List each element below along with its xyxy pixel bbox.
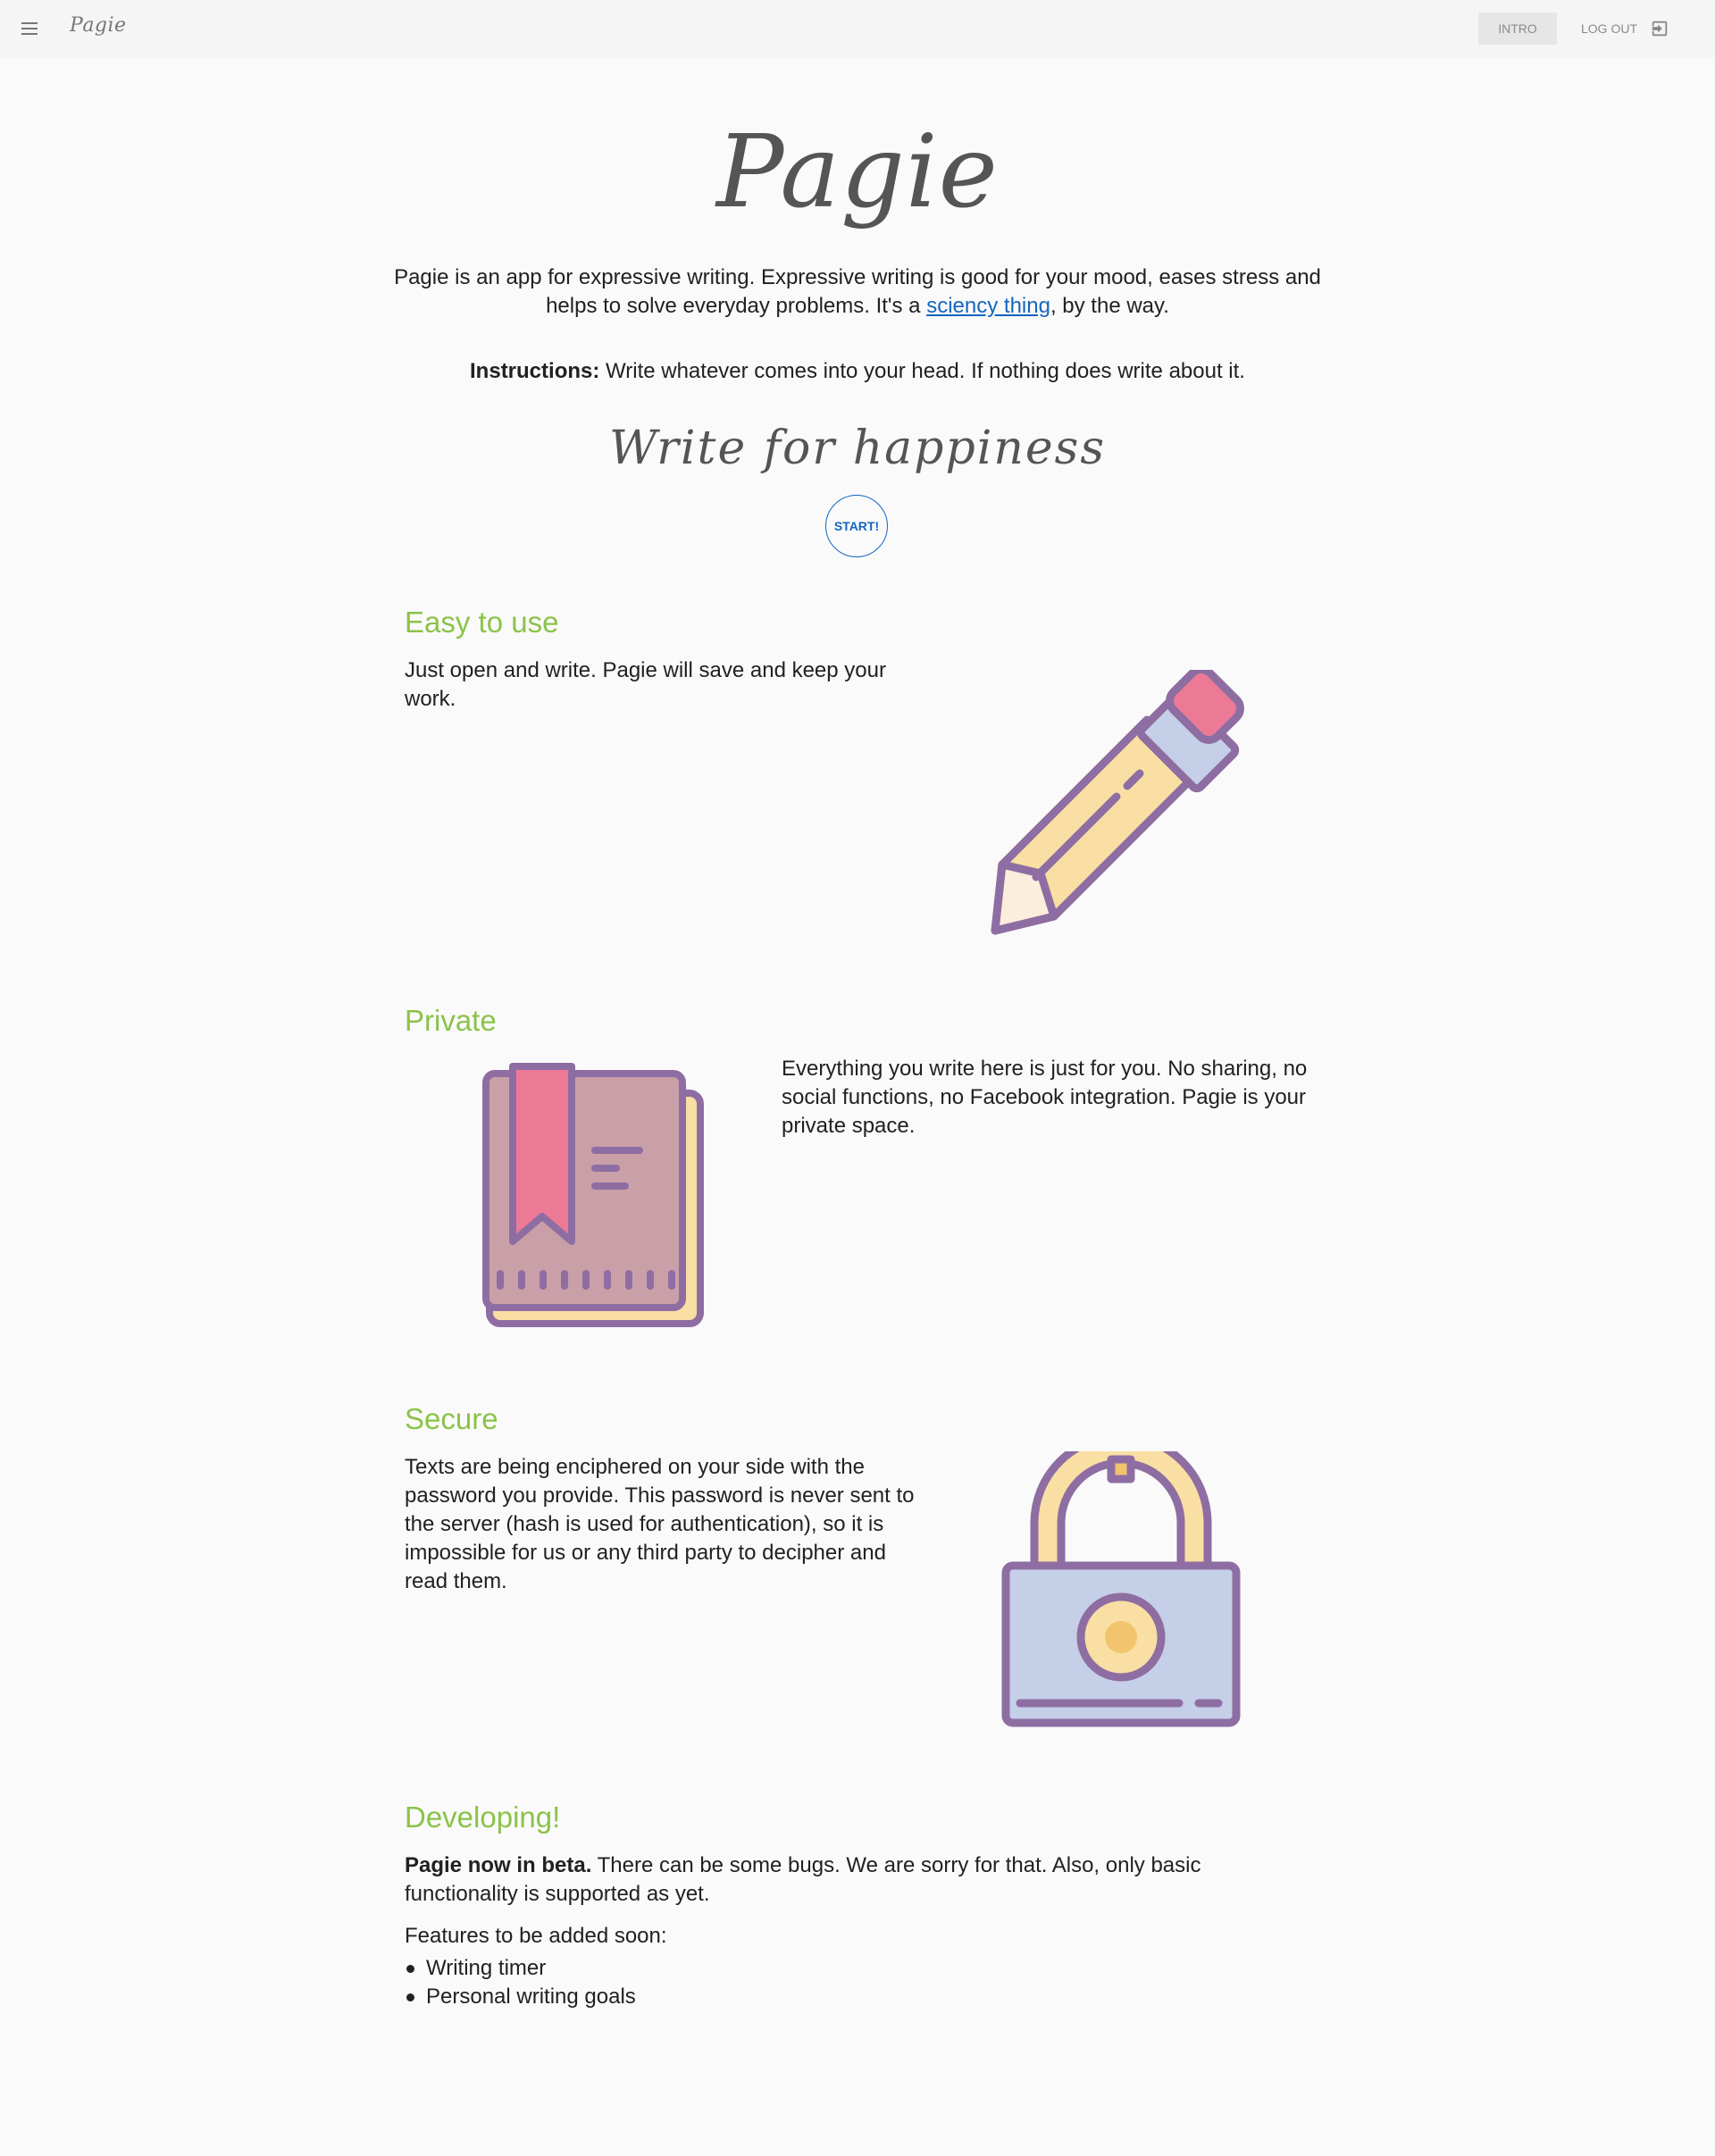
section-title-private: Private [405,1004,497,1037]
start-button[interactable]: START! [825,495,888,557]
tab-intro[interactable]: INTRO [1478,13,1557,45]
hero-logo: Pagie [716,114,999,230]
logout-label: LOG OUT [1581,21,1638,36]
section-text-secure: Texts are being enciphered on your side … [405,1455,915,1593]
nav-logo[interactable]: Pagie [70,14,127,37]
bookmark-book-icon [482,1063,704,1327]
section-title-developing: Developing! [405,1801,561,1834]
logout-button[interactable]: LOG OUT [1581,13,1669,45]
instructions-label: Instructions: [470,359,600,383]
list-item: Writing timer [405,1954,636,1983]
section-title-secure: Secure [405,1402,498,1435]
padlock-icon [1001,1451,1241,1727]
features-label: Features to be added soon: [405,1924,667,1948]
list-item: Personal writing goals [405,1983,636,2011]
section-text-easy: Just open and write. Pagie will save and… [405,658,886,711]
top-app-bar: Pagie INTRO LOG OUT [0,0,1715,57]
instructions-text: Write whatever comes into your head. If … [599,359,1245,383]
intro-paragraph: Pagie is an app for expressive writing. … [393,263,1322,321]
logout-icon [1652,21,1668,37]
features-list: Writing timer Personal writing goals [405,1954,636,2011]
pencil-icon [991,670,1244,935]
hamburger-menu-icon[interactable] [21,20,43,38]
sciency-thing-link[interactable]: sciency thing [926,294,1050,318]
beta-label: Pagie now in beta. [405,1853,592,1877]
instructions: Instructions: Write whatever comes into … [393,357,1322,386]
beta-paragraph: Pagie now in beta. There can be some bug… [405,1851,1316,1909]
section-text-private: Everything you write here is just for yo… [782,1057,1308,1138]
intro-text-end: , by the way. [1050,294,1169,318]
section-title-easy: Easy to use [405,606,559,639]
intro-text: Pagie is an app for expressive writing. … [394,265,1321,318]
tagline: Write for happiness [608,422,1107,475]
